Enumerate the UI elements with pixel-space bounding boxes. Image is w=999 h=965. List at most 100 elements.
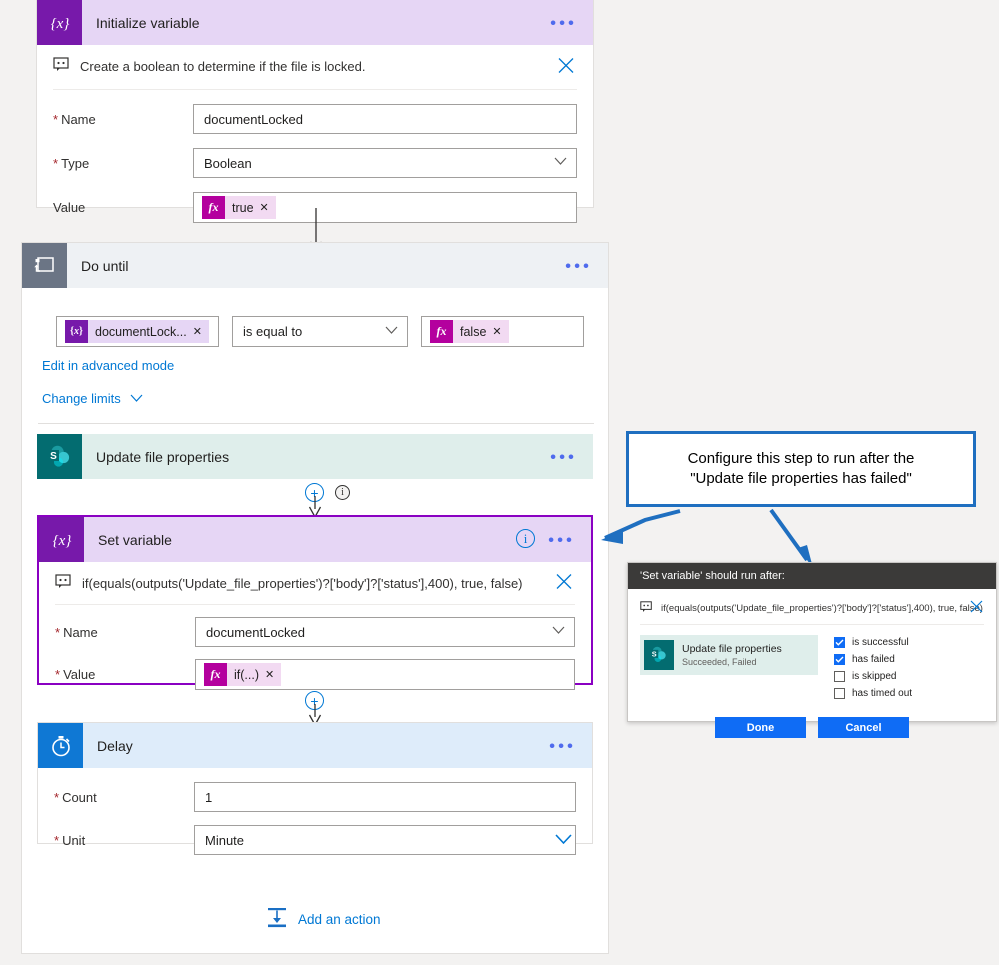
update-file-properties-header[interactable]: S Update file properties ••• bbox=[37, 434, 593, 479]
checkbox-has-timed-out[interactable]: has timed out bbox=[834, 686, 912, 701]
do-until-condition-row: {x} documentLock... ✕ is equal to fx fal… bbox=[22, 288, 608, 347]
dialog-note-row: if(equals(outputs('Update_file_propertie… bbox=[640, 597, 984, 625]
count-field-row: Count 1 bbox=[54, 782, 576, 812]
card-menu-icon[interactable]: ••• bbox=[549, 737, 576, 754]
dependency-text: Update file properties Succeeded, Failed bbox=[682, 643, 782, 667]
update-file-properties-card[interactable]: S Update file properties ••• bbox=[37, 434, 593, 479]
value-label: Value bbox=[53, 200, 86, 215]
card-menu-icon[interactable]: ••• bbox=[565, 257, 592, 274]
edit-advanced-mode-link[interactable]: Edit in advanced mode bbox=[42, 358, 174, 373]
value-input[interactable]: fx if(...) ✕ bbox=[195, 659, 575, 690]
token-label: false bbox=[460, 324, 487, 339]
fx-token[interactable]: fx false ✕ bbox=[430, 320, 509, 343]
sharepoint-icon: S bbox=[644, 640, 674, 670]
type-field-row: Type Boolean bbox=[53, 148, 577, 178]
card-menu-icon[interactable]: ••• bbox=[548, 531, 575, 548]
loop-icon bbox=[22, 243, 67, 288]
token-label: if(...) bbox=[234, 667, 259, 682]
unit-value: Minute bbox=[205, 832, 245, 848]
note-text: if(equals(outputs('Update_file_propertie… bbox=[82, 575, 523, 591]
card-title: Do until bbox=[81, 257, 129, 274]
delay-card[interactable]: Delay ••• Count 1 Unit Minute bbox=[37, 722, 593, 855]
count-input[interactable]: 1 bbox=[194, 782, 576, 812]
dependency-card[interactable]: S Update file properties Succeeded, Fail… bbox=[640, 635, 818, 675]
svg-text:S: S bbox=[652, 649, 657, 658]
comment-icon bbox=[55, 574, 72, 592]
set-variable-header[interactable]: {x} Set variable i ••• bbox=[39, 517, 591, 562]
token-label: documentLock... bbox=[95, 324, 187, 339]
checkbox-label: is successful bbox=[852, 637, 909, 648]
close-icon[interactable] bbox=[555, 573, 573, 594]
callout-line-1: Configure this step to run after the bbox=[687, 449, 915, 467]
unit-label: Unit bbox=[54, 833, 194, 848]
name-dropdown[interactable]: documentLocked bbox=[195, 617, 575, 647]
name-input[interactable]: documentLocked bbox=[193, 104, 577, 134]
dependency-title: Update file properties bbox=[682, 643, 782, 655]
name-label: Name bbox=[55, 625, 195, 640]
checkbox-is-successful[interactable]: is successful bbox=[834, 635, 912, 650]
add-an-action-button[interactable]: Add an action bbox=[266, 907, 381, 932]
type-label: Type bbox=[53, 156, 193, 171]
value-field-row: Value fx if(...) ✕ bbox=[55, 659, 575, 690]
svg-text:S: S bbox=[50, 451, 57, 462]
card-menu-icon[interactable]: ••• bbox=[550, 448, 577, 465]
card-title: Set variable bbox=[98, 531, 172, 548]
done-button[interactable]: Done bbox=[715, 717, 806, 738]
delay-body: Count 1 Unit Minute bbox=[38, 782, 592, 871]
delay-header[interactable]: Delay ••• bbox=[38, 723, 592, 768]
value-label: Value bbox=[55, 667, 195, 682]
checkbox-icon bbox=[834, 654, 845, 665]
info-icon-2[interactable]: i bbox=[516, 529, 535, 548]
comment-icon bbox=[53, 57, 70, 75]
variable-icon: {x} bbox=[37, 0, 82, 45]
fx-icon: fx bbox=[204, 663, 227, 686]
set-variable-card[interactable]: {x} Set variable i ••• if(equals(outputs… bbox=[37, 515, 593, 690]
fx-icon: fx bbox=[202, 196, 225, 219]
run-after-dialog[interactable]: 'Set variable' should run after: if(equa… bbox=[627, 562, 997, 738]
unit-dropdown[interactable]: Minute bbox=[194, 825, 576, 855]
comment-icon bbox=[640, 601, 653, 616]
card-title: Initialize variable bbox=[96, 14, 200, 31]
change-limits-link[interactable]: Change limits bbox=[42, 391, 143, 406]
token-remove-icon[interactable]: ✕ bbox=[193, 325, 209, 338]
card-menu-icon[interactable]: ••• bbox=[550, 14, 577, 31]
fx-token[interactable]: fx true ✕ bbox=[202, 196, 276, 219]
condition-right-input[interactable]: fx false ✕ bbox=[421, 316, 584, 347]
token-label: true bbox=[232, 200, 254, 215]
info-icon-1[interactable]: i bbox=[335, 485, 350, 500]
initialize-variable-header[interactable]: {x} Initialize variable ••• bbox=[37, 0, 593, 45]
type-dropdown[interactable]: Boolean bbox=[193, 148, 577, 178]
initialize-variable-card[interactable]: {x} Initialize variable ••• Create a boo… bbox=[36, 0, 594, 223]
fx-token[interactable]: fx if(...) ✕ bbox=[204, 663, 282, 686]
variable-icon: {x} bbox=[65, 320, 88, 343]
dialog-columns: S Update file properties Succeeded, Fail… bbox=[640, 635, 984, 703]
chevron-down-icon bbox=[130, 391, 143, 406]
value-input[interactable]: fx true ✕ bbox=[193, 192, 577, 223]
chevron-down-icon bbox=[554, 157, 567, 169]
token-remove-icon[interactable]: ✕ bbox=[260, 201, 276, 214]
close-icon[interactable] bbox=[969, 599, 984, 617]
svg-text:{x}: {x} bbox=[52, 533, 71, 549]
token-remove-icon[interactable]: ✕ bbox=[265, 668, 281, 681]
checkbox-is-skipped[interactable]: is skipped bbox=[834, 669, 912, 684]
checkbox-icon bbox=[834, 637, 845, 648]
card-title: Update file properties bbox=[96, 448, 230, 465]
cancel-button[interactable]: Cancel bbox=[818, 717, 909, 738]
name-field-row: Name documentLocked bbox=[53, 104, 577, 134]
annotation-callout: Configure this step to run after the "Up… bbox=[626, 431, 976, 507]
set-variable-body: if(equals(outputs('Update_file_propertie… bbox=[39, 562, 591, 704]
close-icon[interactable] bbox=[557, 57, 575, 78]
sharepoint-icon: S bbox=[37, 434, 82, 479]
variable-token[interactable]: {x} documentLock... ✕ bbox=[65, 320, 209, 343]
checkbox-has-failed[interactable]: has failed bbox=[834, 652, 912, 667]
dialog-note-text: if(equals(outputs('Update_file_propertie… bbox=[661, 603, 983, 614]
checkbox-label: has failed bbox=[852, 654, 895, 665]
dialog-body: if(equals(outputs('Update_file_propertie… bbox=[628, 589, 996, 748]
add-action-icon bbox=[266, 907, 288, 932]
condition-left-input[interactable]: {x} documentLock... ✕ bbox=[56, 316, 219, 347]
token-remove-icon[interactable]: ✕ bbox=[492, 325, 508, 338]
operator-value: is equal to bbox=[243, 324, 303, 339]
do-until-header[interactable]: Do until ••• bbox=[22, 243, 608, 288]
condition-operator-dropdown[interactable]: is equal to bbox=[232, 316, 408, 347]
dialog-title: 'Set variable' should run after: bbox=[640, 570, 785, 582]
